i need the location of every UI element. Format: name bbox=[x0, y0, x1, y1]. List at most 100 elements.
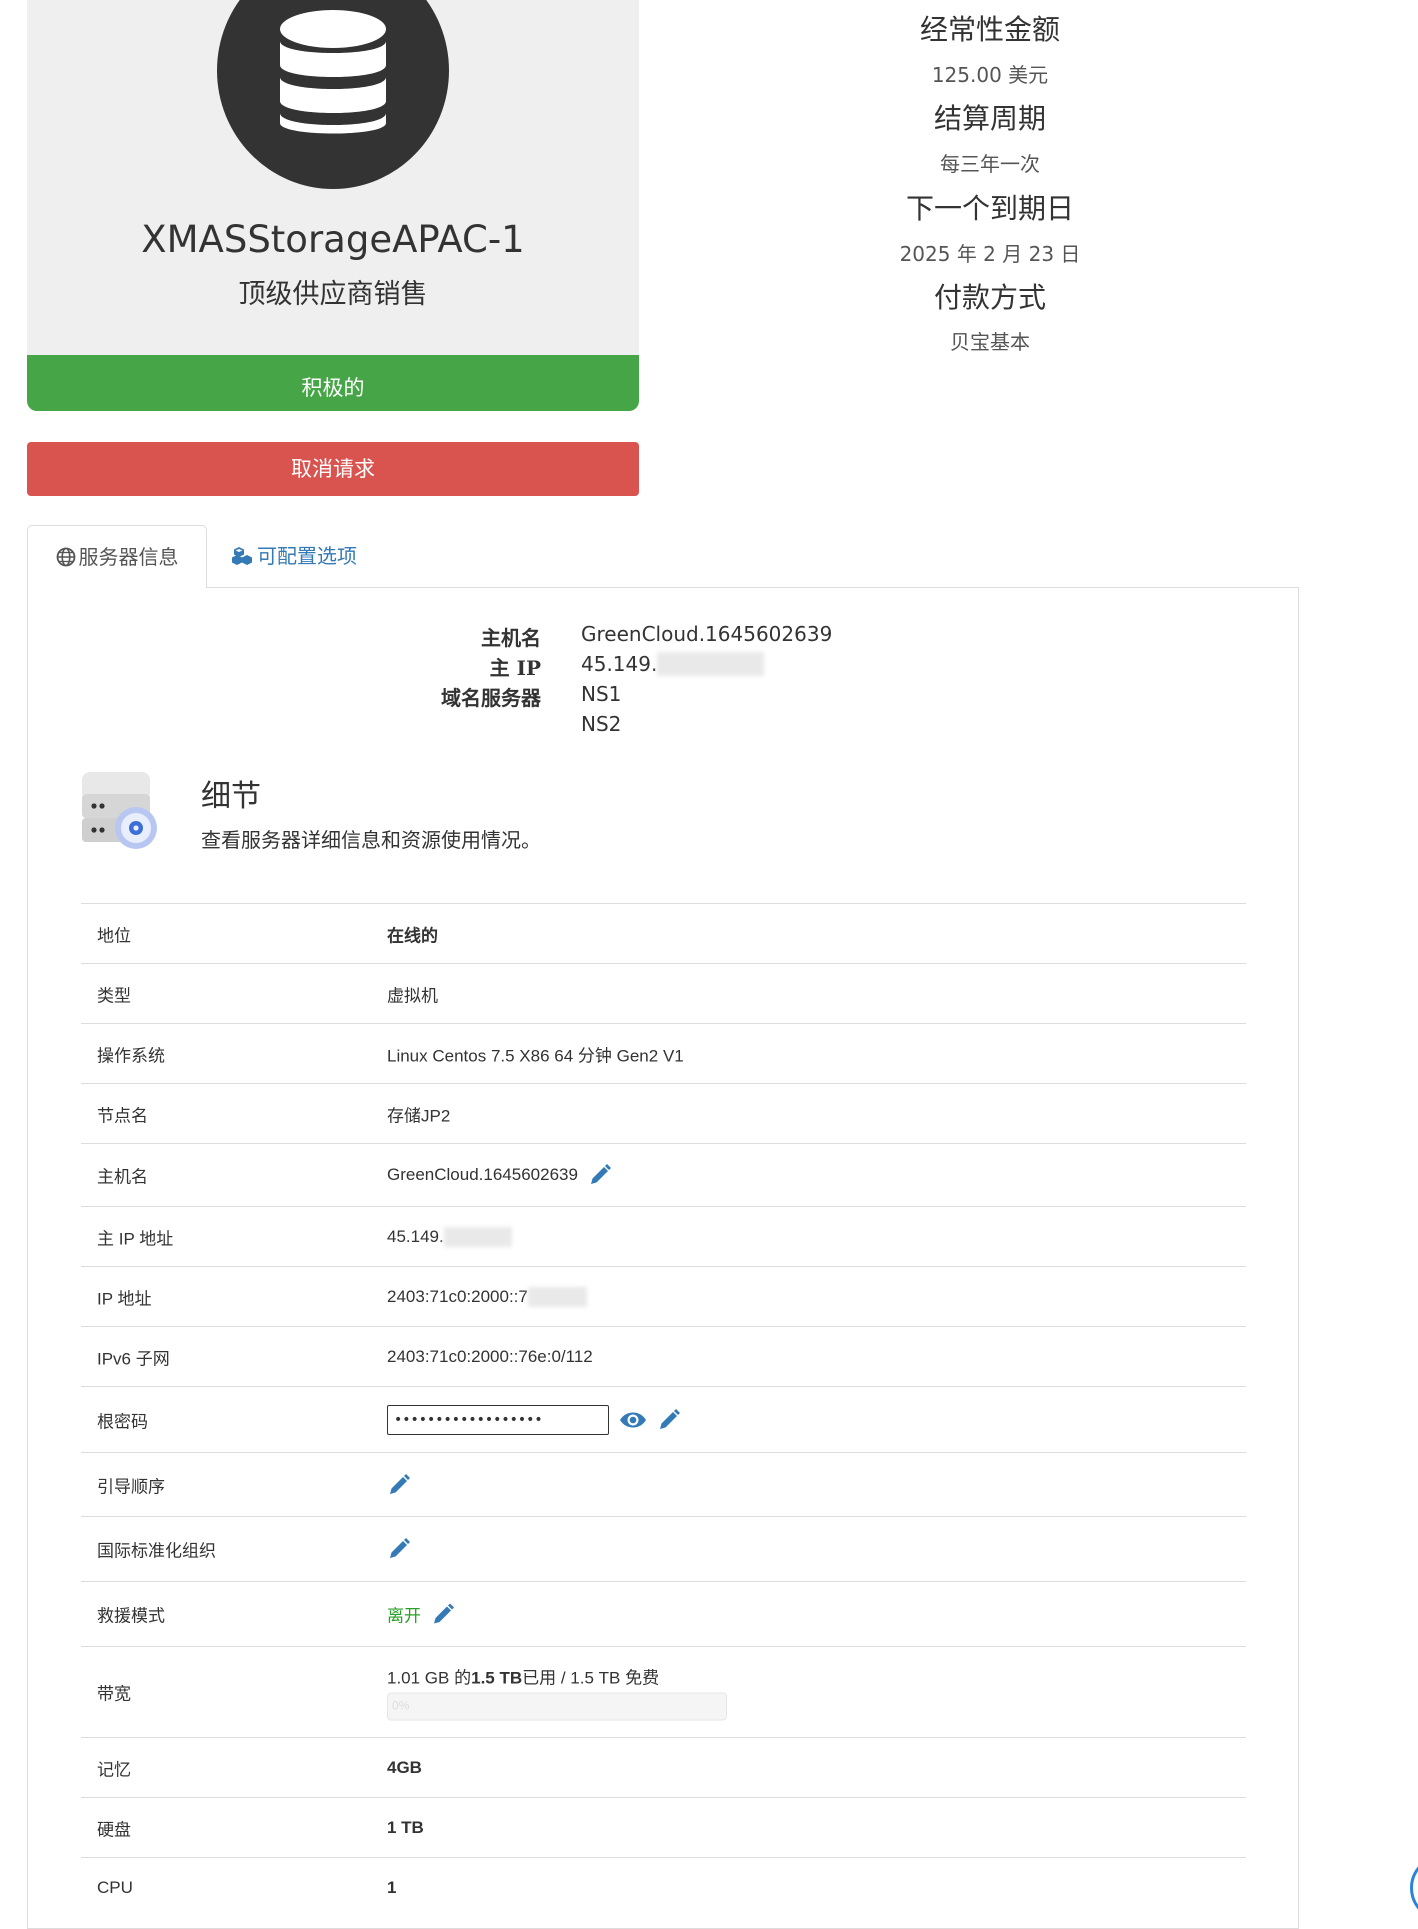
tab-server-info-label: 服务器信息 bbox=[78, 545, 179, 569]
table-row-ipv6: IPv6 子网 2403:71c0:2000::76e:0/112 bbox=[81, 1327, 1246, 1387]
root-password-input[interactable] bbox=[387, 1404, 609, 1435]
ipv6-value: 2403:71c0:2000::76e:0/112 bbox=[387, 1346, 593, 1366]
status-badge: 积极的 bbox=[27, 355, 639, 411]
billing-cycle-label: 结算周期 bbox=[933, 103, 1046, 134]
info-ip-row: 主 IP 45.149.xxxxxxxxx bbox=[28, 652, 1298, 682]
iso-cell bbox=[387, 1537, 411, 1561]
main-ip-value: 45.149. bbox=[387, 1226, 444, 1246]
table-row-type: 类型 虚拟机 bbox=[81, 964, 1246, 1024]
info-ip-text: 45.149. bbox=[581, 652, 658, 676]
details-title: 细节 bbox=[201, 780, 261, 813]
table-row-disk: 硬盘 1 TB bbox=[81, 1798, 1246, 1858]
tab-configurable-options[interactable]: 可配置选项 bbox=[232, 525, 372, 587]
next-due-date-label: 下一个到期日 bbox=[905, 193, 1074, 224]
product-card: XMASStorageAPAC-1 顶级供应商销售 bbox=[27, 0, 639, 365]
billing-cycle-value: 每三年一次 bbox=[940, 152, 1040, 176]
redacted-mask: xxxxxxxx bbox=[443, 1226, 512, 1247]
redacted-mask: xxxxxxxxx bbox=[657, 652, 764, 676]
root-password-cell bbox=[387, 1404, 681, 1435]
tab-panel: 主机名 GreenCloud.1645602639 主 IP 45.149.xx… bbox=[27, 587, 1299, 1929]
rescue-value: 离开 bbox=[387, 1606, 421, 1626]
payment-method-value: 贝宝基本 bbox=[950, 330, 1030, 354]
details-table: 地位 在线的 类型 虚拟机 操作系统 Linux Centos 7.5 X86 … bbox=[81, 903, 1246, 1917]
bandwidth-used: 1.01 GB bbox=[387, 1668, 450, 1688]
boot-order-label: 引导顺序 bbox=[97, 1477, 165, 1496]
table-row-cpu: CPU 1 bbox=[81, 1858, 1246, 1917]
memory-value: 4GB bbox=[387, 1757, 422, 1777]
table-row-status: 地位 在线的 bbox=[81, 904, 1246, 964]
globe-icon bbox=[56, 547, 75, 566]
table-row-bandwidth: 带宽 1.01 GB 的1.5 TB已用 / 1.5 TB 免费 0% bbox=[81, 1647, 1246, 1738]
floating-chat-button[interactable] bbox=[1410, 1855, 1418, 1921]
table-row-iso: 国际标准化组织 bbox=[81, 1517, 1246, 1582]
product-name: XMASStorageAPAC-1 bbox=[141, 218, 525, 261]
table-row-rescue: 救援模式 离开 bbox=[81, 1582, 1246, 1647]
redacted-mask: xxxxxxx bbox=[527, 1286, 588, 1307]
show-password-eye-icon[interactable] bbox=[619, 1410, 647, 1430]
ipv6-label: IPv6 子网 bbox=[97, 1349, 170, 1368]
cpu-label: CPU bbox=[97, 1877, 133, 1897]
rescue-cell: 离开 bbox=[387, 1602, 455, 1627]
disk-value: 1 TB bbox=[387, 1817, 424, 1837]
table-row-boot-order: 引导顺序 bbox=[81, 1453, 1246, 1517]
ip-value: 2403:71c0:2000::7 bbox=[387, 1286, 528, 1306]
info-ns1: NS1 bbox=[581, 682, 622, 706]
payment-method-label: 付款方式 bbox=[933, 282, 1046, 313]
root-password-label: 根密码 bbox=[97, 1412, 148, 1431]
rescue-label: 救援模式 bbox=[97, 1606, 165, 1626]
os-label: 操作系统 bbox=[97, 1046, 165, 1065]
table-row-main-ip: 主 IP 地址 45.149.xxxxxxxx bbox=[81, 1207, 1246, 1267]
info-ns2-row: NS2 bbox=[28, 712, 1298, 742]
edit-iso-pencil-icon[interactable] bbox=[387, 1537, 411, 1561]
bandwidth-percent: 0% bbox=[392, 1698, 410, 1713]
hostname-value-cell: GreenCloud.1645602639 bbox=[387, 1163, 612, 1187]
server-settings-icon bbox=[78, 768, 160, 855]
info-ip-label: 主 IP bbox=[489, 656, 541, 680]
recurring-amount-label: 经常性金额 bbox=[919, 14, 1060, 45]
boot-order-cell bbox=[387, 1473, 411, 1497]
type-value: 虚拟机 bbox=[387, 986, 438, 1005]
info-hostname-row: 主机名 GreenCloud.1645602639 bbox=[28, 622, 1298, 652]
node-label: 节点名 bbox=[97, 1106, 148, 1125]
status-value: 在线的 bbox=[387, 926, 438, 945]
type-label: 类型 bbox=[97, 986, 131, 1005]
cpu-value: 1 bbox=[387, 1877, 397, 1897]
cancel-request-button[interactable]: 取消请求 bbox=[27, 442, 639, 496]
edit-rescue-pencil-icon[interactable] bbox=[431, 1602, 455, 1626]
edit-hostname-pencil-icon[interactable] bbox=[588, 1163, 612, 1187]
bandwidth-suffix: 已用 / 1.5 TB 免费 bbox=[522, 1668, 660, 1688]
info-ip-value: 45.149.xxxxxxxxx bbox=[581, 652, 764, 676]
table-row-node: 节点名 存储JP2 bbox=[81, 1084, 1246, 1144]
bandwidth-usage-text: 1.01 GB 的1.5 TB已用 / 1.5 TB 免费 bbox=[387, 1664, 727, 1689]
table-row-hostname: 主机名 GreenCloud.1645602639 bbox=[81, 1144, 1246, 1207]
bandwidth-of: 的 bbox=[449, 1668, 472, 1688]
table-row-root-password: 根密码 bbox=[81, 1387, 1246, 1453]
edit-boot-order-pencil-icon[interactable] bbox=[387, 1473, 411, 1497]
main-ip-value-cell: 45.149.xxxxxxxx bbox=[387, 1226, 512, 1247]
next-due-date-value: 2025 年 2 月 23 日 bbox=[899, 242, 1081, 266]
info-hostname-label: 主机名 bbox=[481, 626, 541, 650]
bandwidth-progress-bar: 0% bbox=[387, 1692, 727, 1721]
cubes-icon bbox=[232, 546, 252, 565]
main-ip-label: 主 IP 地址 bbox=[97, 1229, 174, 1248]
memory-label: 记忆 bbox=[97, 1760, 131, 1779]
table-row-os: 操作系统 Linux Centos 7.5 X86 64 分钟 Gen2 V1 bbox=[81, 1024, 1246, 1084]
info-hostname-value: GreenCloud.1645602639 bbox=[581, 622, 833, 646]
table-row-memory: 记忆 4GB bbox=[81, 1738, 1246, 1798]
ip-value-cell: 2403:71c0:2000::7xxxxxxx bbox=[387, 1286, 588, 1307]
info-ns2: NS2 bbox=[581, 712, 622, 736]
tab-configurable-options-label: 可配置选项 bbox=[257, 544, 357, 568]
details-description: 查看服务器详细信息和资源使用情况。 bbox=[201, 830, 541, 852]
bandwidth-label: 带宽 bbox=[97, 1684, 131, 1704]
edit-password-pencil-icon[interactable] bbox=[657, 1408, 681, 1432]
info-nameservers-row: 域名服务器 NS1 bbox=[28, 682, 1298, 712]
database-icon bbox=[217, 0, 449, 189]
node-value: 存储JP2 bbox=[387, 1106, 451, 1125]
table-row-ip: IP 地址 2403:71c0:2000::7xxxxxxx bbox=[81, 1267, 1246, 1327]
ip-label: IP 地址 bbox=[97, 1289, 152, 1308]
bandwidth-total: 1.5 TB bbox=[471, 1668, 523, 1688]
iso-label: 国际标准化组织 bbox=[97, 1541, 216, 1561]
tab-server-info[interactable]: 服务器信息 bbox=[27, 525, 207, 588]
bandwidth-cell: 1.01 GB 的1.5 TB已用 / 1.5 TB 免费 0% bbox=[387, 1664, 727, 1721]
hostname-label: 主机名 bbox=[97, 1167, 148, 1187]
